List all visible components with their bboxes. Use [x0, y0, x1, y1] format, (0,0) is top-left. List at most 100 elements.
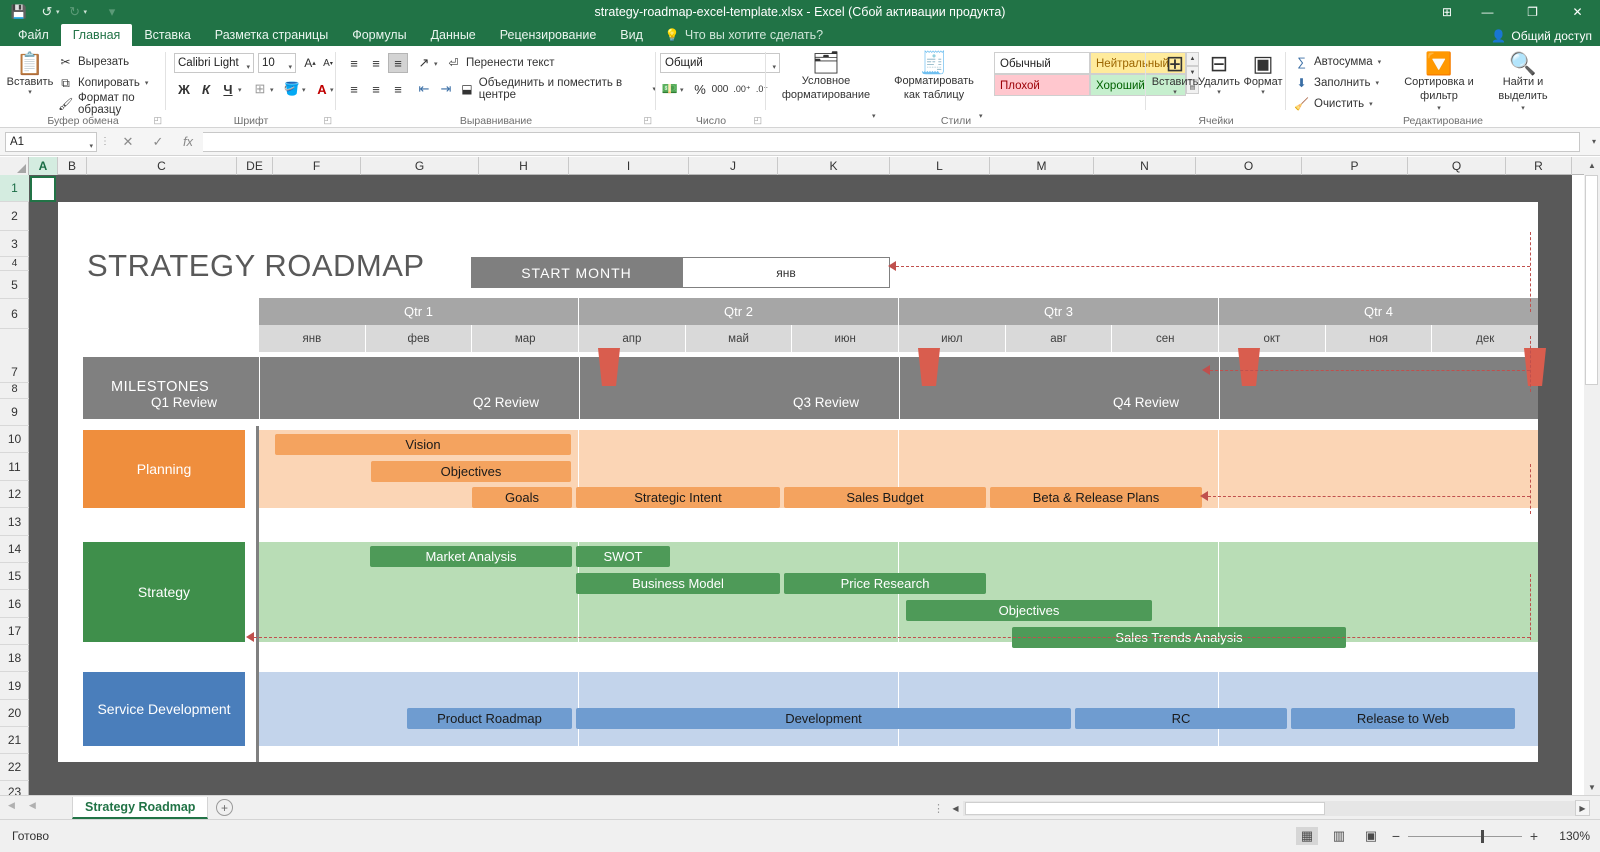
select-all-corner[interactable]	[0, 157, 29, 175]
column-header-O[interactable]: O	[1196, 157, 1302, 175]
row-header-19[interactable]: 19	[0, 672, 29, 700]
scrollbar-grip[interactable]: ⋮	[930, 802, 948, 815]
row-header-21[interactable]: 21	[0, 727, 29, 754]
name-box[interactable]: A1 ▾	[5, 131, 97, 152]
number-dialog-launcher[interactable]: ◰	[753, 115, 762, 126]
align-middle-button[interactable]: ≡	[366, 53, 386, 73]
column-header-B[interactable]: B	[58, 157, 87, 175]
row-header-14[interactable]: 14	[0, 536, 29, 563]
zoom-out-button[interactable]: −	[1390, 828, 1402, 844]
accounting-format-button[interactable]: 💵	[660, 79, 680, 99]
vertical-scroll-thumb[interactable]	[1585, 175, 1598, 385]
font-name-input[interactable]: Calibri Light ▾	[174, 53, 254, 73]
chevron-down-icon[interactable]: ▾	[302, 86, 306, 94]
active-cell-a1[interactable]	[30, 176, 56, 202]
align-left-button[interactable]: ≡	[344, 79, 364, 99]
chevron-down-icon[interactable]: ▾	[680, 86, 684, 94]
normal-view-button[interactable]: ▦	[1296, 827, 1318, 845]
tell-me-search[interactable]: 💡 Что вы хотите сделать?	[655, 24, 833, 46]
column-header-K[interactable]: K	[778, 157, 890, 175]
minimize-button[interactable]: —	[1465, 0, 1510, 24]
column-header-H[interactable]: H	[479, 157, 569, 175]
copy-button[interactable]: ⧉ Копировать ▾	[58, 73, 148, 93]
percent-format-button[interactable]: %	[690, 79, 710, 99]
scroll-right-icon[interactable]: ▶	[1575, 800, 1590, 816]
font-dialog-launcher[interactable]: ◰	[323, 115, 332, 126]
row-header-11[interactable]: 11	[0, 453, 29, 481]
scroll-up-icon[interactable]: ▲	[1584, 157, 1600, 173]
row-header-12[interactable]: 12	[0, 481, 29, 508]
row-header-20[interactable]: 20	[0, 700, 29, 727]
decrease-indent-button[interactable]: ⇤	[414, 79, 434, 99]
chevron-down-icon[interactable]: ▾	[330, 86, 334, 94]
chevron-down-icon[interactable]: ▾	[246, 59, 250, 77]
bold-button[interactable]: Ж	[174, 79, 194, 99]
row-header-4[interactable]: 4	[0, 257, 29, 271]
column-header-DE[interactable]: DE	[237, 157, 273, 175]
column-header-Q[interactable]: Q	[1408, 157, 1506, 175]
prev-sheet-icon[interactable]: ◀	[29, 800, 36, 811]
page-layout-view-button[interactable]: ▥	[1328, 827, 1350, 845]
align-top-button[interactable]: ≡	[344, 53, 364, 73]
zoom-thumb[interactable]	[1481, 829, 1484, 843]
zoom-track[interactable]	[1408, 829, 1522, 843]
align-center-button[interactable]: ≡	[366, 79, 386, 99]
format-as-table-button[interactable]: 🧾 Форматировать как таблицу	[886, 51, 982, 103]
increase-indent-button[interactable]: ⇥	[436, 79, 456, 99]
style-normal[interactable]: Обычный	[994, 52, 1090, 74]
font-color-button[interactable]: A	[312, 79, 332, 99]
row-header-2[interactable]: 2	[0, 202, 29, 231]
cancel-edit-icon[interactable]: ✕	[113, 134, 143, 150]
sheet-tab-strategy-roadmap[interactable]: Strategy Roadmap	[72, 797, 209, 819]
column-header-P[interactable]: P	[1302, 157, 1408, 175]
close-button[interactable]: ✕	[1555, 0, 1600, 24]
sort-filter-button[interactable]: 🔽 Сортировка и фильтр ▾	[1400, 52, 1478, 112]
tab-home[interactable]: Главная	[60, 24, 133, 46]
align-right-button[interactable]: ≡	[388, 79, 408, 99]
tab-formulas[interactable]: Формулы	[340, 24, 418, 46]
row-header-9[interactable]: 9	[0, 399, 29, 426]
worksheet-area[interactable]: STRATEGY ROADMAP START MONTH янв Qtr 1 Q…	[29, 175, 1572, 800]
row-header-15[interactable]: 15	[0, 563, 29, 590]
column-header-N[interactable]: N	[1094, 157, 1196, 175]
zoom-level-label[interactable]: 130%	[1559, 829, 1590, 843]
tab-insert[interactable]: Вставка	[132, 24, 202, 46]
scroll-left-icon[interactable]: ◀	[948, 800, 963, 816]
restore-button[interactable]: ❐	[1510, 0, 1555, 24]
cut-button[interactable]: ✂ Вырезать	[58, 52, 129, 72]
wrap-text-button[interactable]: ⏎ Перенести текст	[446, 53, 554, 73]
column-header-G[interactable]: G	[361, 157, 479, 175]
autosum-button[interactable]: ∑ Автосумма ▾	[1294, 52, 1381, 72]
chevron-down-icon[interactable]: ▾	[434, 60, 438, 68]
tab-file[interactable]: Файл	[6, 24, 61, 46]
formula-input[interactable]	[203, 131, 1580, 152]
add-sheet-button[interactable]: +	[216, 799, 233, 816]
zoom-in-button[interactable]: +	[1528, 828, 1540, 844]
horizontal-scroll-track[interactable]	[963, 800, 1575, 816]
fill-color-button[interactable]: 🪣	[282, 79, 302, 99]
tab-review[interactable]: Рецензирование	[488, 24, 609, 46]
row-header-1[interactable]: 1	[0, 175, 29, 202]
style-bad[interactable]: Плохой	[994, 74, 1090, 96]
increase-font-size-button[interactable]: A ▴	[300, 53, 320, 73]
column-header-L[interactable]: L	[890, 157, 990, 175]
row-header-8[interactable]: 8	[0, 383, 29, 399]
row-header-16[interactable]: 16	[0, 590, 29, 618]
italic-button[interactable]: К	[196, 79, 216, 99]
clipboard-dialog-launcher[interactable]: ◰	[153, 115, 162, 126]
row-header-5[interactable]: 5	[0, 271, 29, 299]
row-header-3[interactable]: 3	[0, 231, 29, 257]
insert-function-icon[interactable]: fx	[173, 134, 203, 149]
row-header-7[interactable]: 7	[0, 329, 29, 383]
tab-data[interactable]: Данные	[419, 24, 488, 46]
zoom-slider[interactable]: − +	[1390, 828, 1540, 844]
column-header-C[interactable]: C	[87, 157, 237, 175]
row-header-18[interactable]: 18	[0, 645, 29, 672]
conditional-formatting-button[interactable]: 🗂 Условное форматирование	[778, 51, 874, 103]
sheet-nav-arrows[interactable]: ◀ ◀	[8, 800, 36, 811]
delete-cells-button[interactable]: ⊟ Удалить ▾	[1198, 52, 1240, 97]
row-header-22[interactable]: 22	[0, 754, 29, 781]
tab-view[interactable]: Вид	[608, 24, 655, 46]
column-header-I[interactable]: I	[569, 157, 689, 175]
column-header-M[interactable]: M	[990, 157, 1094, 175]
